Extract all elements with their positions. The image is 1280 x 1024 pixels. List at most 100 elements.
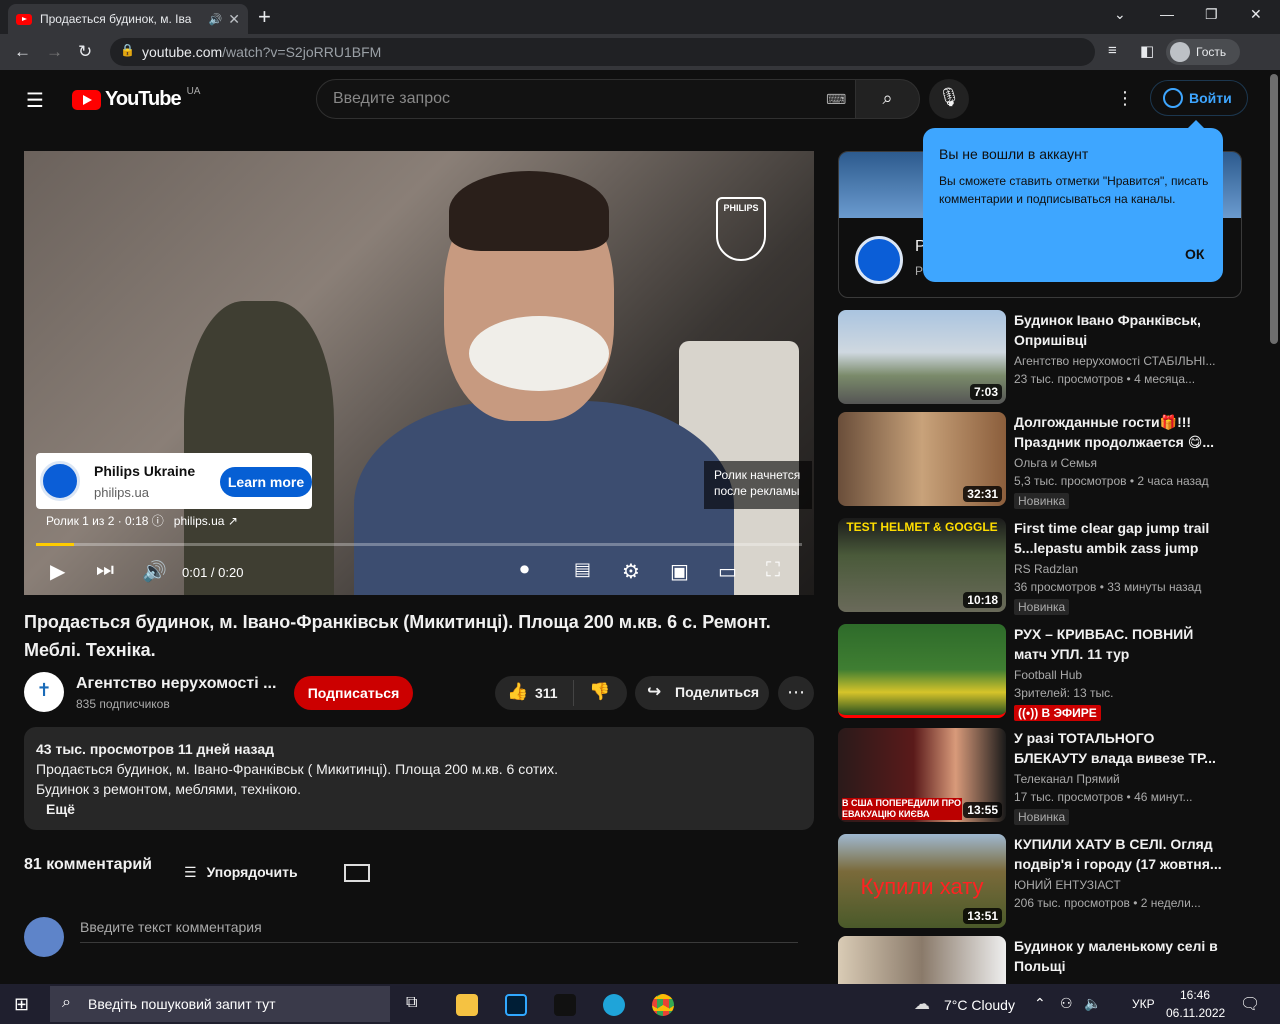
next-icon[interactable]: ⏭ [96,559,114,582]
search-button[interactable]: ⌕ [855,79,920,119]
scrollbar-thumb[interactable] [1270,74,1278,344]
show-more-button[interactable]: Ещё [36,799,802,819]
recommendation-item[interactable]: 7:03 Будинок Івано Франківськ, Опришівці… [838,310,1268,406]
profile-button[interactable]: Гость [1166,39,1240,65]
recommendation-item[interactable]: РУХ – КРИВБАС. ПОВНИЙ матч УПЛ. 11 тур F… [838,624,1268,721]
tab-audio-icon[interactable]: 🔊 [209,13,223,26]
windows-start-icon[interactable]: ⊞ [14,994,29,1015]
clock-date[interactable]: 06.11.2022 [1166,1006,1225,1020]
reading-list-icon[interactable]: ≡ [1108,42,1117,59]
page-scrollbar[interactable] [1268,70,1280,984]
lock-icon: 🔒 [120,43,135,57]
video-title: У разі ТОТАЛЬНОГО БЛЕКАУТУ влада вивезе … [1014,730,1216,766]
subscribe-button[interactable]: Подписаться [294,676,413,710]
side-panel-icon[interactable]: ◧ [1140,42,1154,60]
channel-name: RS Radzlan [1014,562,1079,576]
new-badge: Новинка [1014,599,1070,615]
comment-count: 81 комментарий [24,856,153,873]
channel-name[interactable]: Агентство нерухомості ... [76,675,276,693]
tab-close-icon[interactable]: ✕ [228,11,240,28]
fullscreen-icon[interactable]: ⛶ [766,559,780,582]
theater-mode-icon[interactable]: ▭ [718,559,737,584]
address-bar[interactable]: 🔒 youtube.com/watch?v=S2joRRU1BFM [110,38,1095,66]
tray-chevron-icon[interactable]: ⌃ [1034,995,1046,1012]
reload-icon[interactable]: ↻ [78,42,92,62]
view-stats: 206 тыс. просмотров • 2 недели... [1014,896,1201,910]
duration-badge: 7:03 [969,384,1002,400]
close-window-icon[interactable]: ✕ [1250,6,1262,23]
keyboard-icon[interactable]: ⌨ [826,91,846,108]
clock-time[interactable]: 16:46 [1180,988,1210,1002]
like-icon[interactable]: 👍 [507,682,528,702]
figma-icon[interactable] [554,994,576,1016]
subtitles-icon[interactable]: ▤ [574,559,591,580]
notifications-icon[interactable]: 🗨 [1240,994,1260,1014]
signin-tooltip: Вы не вошли в аккаунт Вы сможете ставить… [923,120,1223,282]
recommendation-item[interactable]: В США ПОПЕРЕДИЛИ ПРО ЕВАКУАЦІЮ КИЄВА 13:… [838,728,1268,825]
ad-link[interactable]: philips.ua [174,514,225,528]
progress-bar[interactable] [36,543,802,546]
recommendation-item[interactable]: 32:31 Долгожданные гости🎁!!! Праздник пр… [838,412,1268,509]
settings-more-icon[interactable]: ⋮ [1116,88,1134,109]
recommendation-item[interactable]: Купили хату 13:51 КУПИЛИ ХАТУ В СЕЛІ. Ог… [838,834,1268,930]
learn-more-button[interactable]: Learn more [220,467,312,497]
chrome-icon[interactable] [652,994,674,1016]
task-view-icon[interactable]: ⧉ [406,994,428,1016]
search-input[interactable]: Введите запрос [316,79,856,119]
ad-info: Ролик 1 из 2 · 0:18 ⓘ philips.ua ↗ [46,512,238,529]
like-count: 311 [535,685,558,701]
edge-icon[interactable] [603,994,625,1016]
ad-countdown: Ролик начнется после рекламы [704,461,812,509]
url-path: /watch?v=S2joRRU1BFM [222,44,382,60]
photoshop-icon[interactable] [505,994,527,1016]
tab-search-icon[interactable]: ⌄ [1114,6,1126,23]
comment-input[interactable]: Введите текст комментария [80,919,798,943]
speaker-icon[interactable]: 🔈 [1084,995,1101,1012]
recommendation-item[interactable]: TEST HELMET & GOGGLE 10:18 First time cl… [838,518,1268,615]
browser-tabstrip: Продається будинок, м. Іва 🔊 ✕ + ⌄ — ❐ ✕ [0,0,1280,34]
comments-panel-icon[interactable] [344,864,370,882]
like-dislike-group: 👍 311 👎 [495,676,627,710]
menu-icon[interactable]: ☰ [26,88,44,113]
dislike-icon[interactable]: 👎 [589,682,610,702]
youtube-logo[interactable]: YouTube UA [72,86,200,111]
autoplay-toggle-icon[interactable]: ⏺ [520,559,529,580]
account-icon [1163,88,1183,108]
thumbnail-text: В США ПОПЕРЕДИЛИ ПРО ЕВАКУАЦІЮ КИЄВА [842,798,962,820]
browser-tab[interactable]: Продається будинок, м. Іва 🔊 ✕ [8,4,248,34]
network-icon[interactable]: ⚇ [1060,995,1073,1012]
play-icon[interactable]: ▶ [50,559,65,584]
back-icon[interactable]: ← [14,42,31,62]
tooltip-ok-button[interactable]: ОК [1185,246,1204,262]
voice-search-button[interactable]: 🎙 [929,79,969,119]
player-controls: ▶ ⏭ 🔊 0:01 / 0:20 ⏺ ▤ ⚙ ▣ ▭ ⛶ [24,553,814,593]
weather-text[interactable]: 7°C Cloudy [944,997,1015,1013]
forward-icon[interactable]: → [46,42,63,62]
duration-badge: 10:18 [963,592,1002,608]
sort-comments-button[interactable]: ☰ Упорядочить [184,864,298,881]
external-link-icon: ↗ [227,514,238,528]
ad-card[interactable]: Philips Ukraine philips.ua Learn more [36,453,312,509]
duration-badge: 13:55 [963,802,1002,818]
minimize-icon[interactable]: — [1160,6,1174,22]
youtube-favicon-icon [16,13,32,25]
taskbar-search-input[interactable]: ⌕ Введіть пошуковий запит тут [50,986,390,1022]
video-thumbnail: 7:03 [838,310,1006,404]
share-button[interactable]: ↪ Поделиться [635,676,769,710]
search-icon: ⌕ [62,994,71,1011]
volume-icon[interactable]: 🔊 [142,559,167,584]
video-thumbnail [838,624,1006,718]
settings-gear-icon[interactable]: ⚙ [622,559,640,584]
description-box[interactable]: 43 тыс. просмотров 11 дней назад Продаєт… [24,727,814,830]
more-actions-icon[interactable]: ⋯ [778,676,814,710]
channel-avatar[interactable]: ✝ [24,672,64,712]
restore-icon[interactable]: ❐ [1205,6,1218,23]
new-tab-icon[interactable]: + [258,4,271,30]
miniplayer-icon[interactable]: ▣ [670,559,689,584]
video-player[interactable]: PHILIPS Philips Ukraine philips.ua Learn… [24,151,814,595]
language-indicator[interactable]: УКР [1132,997,1155,1011]
info-icon[interactable]: ⓘ [152,514,167,528]
recommendation-item[interactable]: Будинок у маленькому селі в Польщі [838,936,1268,984]
file-explorer-icon[interactable] [456,994,478,1016]
signin-button[interactable]: Войти [1150,80,1248,116]
